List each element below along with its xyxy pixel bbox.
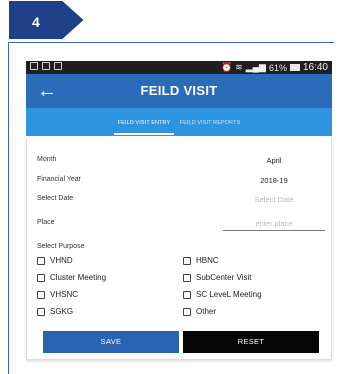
purpose-checkbox-subcenter-visit[interactable]: SubCenter Visit [183, 273, 251, 282]
purpose-checkbox-vhnd[interactable]: VHND [37, 256, 73, 265]
checkbox-icon[interactable] [37, 307, 45, 316]
checkbox-label: Other [196, 307, 217, 316]
wifi-icon: ≋ [235, 62, 243, 72]
tab-feild-visit-entry[interactable]: FEILD VISIT ENTRY [112, 108, 176, 136]
purpose-checkbox-sc-level-meeting[interactable]: SC LeveL Meeting [183, 290, 262, 299]
checkbox-icon[interactable] [183, 256, 191, 265]
tab-feild-visit-reports[interactable]: FEILD VISIT REPORTS [178, 108, 242, 136]
month-label: Month [37, 156, 57, 163]
image-notification-icon [54, 62, 62, 70]
tab-bar: FEILD VISIT ENTRY FEILD VISIT REPORTS [26, 108, 332, 136]
step-arrow-shape [9, 1, 84, 39]
signal-icon: ▂▄▆ [245, 62, 266, 72]
select-date-field[interactable]: Select Date [223, 195, 325, 204]
purpose-checkbox-other[interactable]: Other [183, 307, 216, 316]
app-bar: ← FEILD VISIT [26, 74, 332, 108]
financial-year-label: Financial Year [37, 176, 81, 183]
page-title: FEILD VISIT [140, 83, 218, 98]
checkbox-icon[interactable] [183, 290, 191, 299]
status-indicators: ⏰ ≋ ▂▄▆ 61% 16:40 [221, 62, 328, 73]
place-input-underline [223, 230, 325, 231]
checkbox-label: VHND [50, 256, 73, 265]
notification-icons [30, 62, 62, 70]
checkbox-label: SGKG [50, 307, 74, 316]
checkbox-label: Cluster Meeting [50, 273, 107, 282]
purpose-checkbox-vhsnc[interactable]: VHSNC [37, 290, 78, 299]
step-indicator: 4 [4, 0, 104, 44]
step-number: 4 [32, 14, 40, 30]
place-input[interactable]: enter place [223, 219, 325, 228]
place-label: Place [37, 219, 55, 226]
alarm-icon: ⏰ [220, 62, 233, 72]
status-bar: ⏰ ≋ ▂▄▆ 61% 16:40 [26, 61, 332, 74]
purpose-checkbox-cluster-meeting[interactable]: Cluster Meeting [37, 273, 106, 282]
financial-year-value[interactable]: 2018-19 [223, 176, 325, 185]
checkbox-label: VHSNC [50, 290, 79, 299]
frame-border-left [8, 42, 9, 374]
purpose-checkbox-hbnc[interactable]: HBNC [183, 256, 219, 265]
checkbox-icon[interactable] [37, 290, 45, 299]
select-purpose-label: Select Purpose [37, 243, 85, 250]
frame-border-top [8, 42, 334, 43]
notification-icon [42, 62, 50, 70]
checkbox-label: SC LeveL Meeting [196, 290, 262, 299]
checkbox-icon[interactable] [183, 307, 191, 316]
form-card: Month April Financial Year 2018-19 Selec… [26, 138, 332, 360]
checkbox-icon[interactable] [37, 256, 45, 265]
purpose-checkbox-sgkg[interactable]: SGKG [37, 307, 73, 316]
reset-button[interactable]: RESET [183, 331, 319, 353]
battery-icon [289, 64, 300, 71]
battery-percent: 61% [268, 62, 287, 73]
select-date-label: Select Date [37, 195, 74, 202]
checkbox-label: SubCenter Visit [196, 273, 252, 282]
notification-icon [30, 62, 38, 70]
checkbox-icon[interactable] [183, 273, 191, 282]
checkbox-icon[interactable] [37, 273, 45, 282]
month-value[interactable]: April [223, 156, 325, 165]
clock-time: 16:40 [302, 62, 328, 73]
save-button[interactable]: SAVE [43, 331, 179, 353]
checkbox-label: HBNC [196, 256, 219, 265]
